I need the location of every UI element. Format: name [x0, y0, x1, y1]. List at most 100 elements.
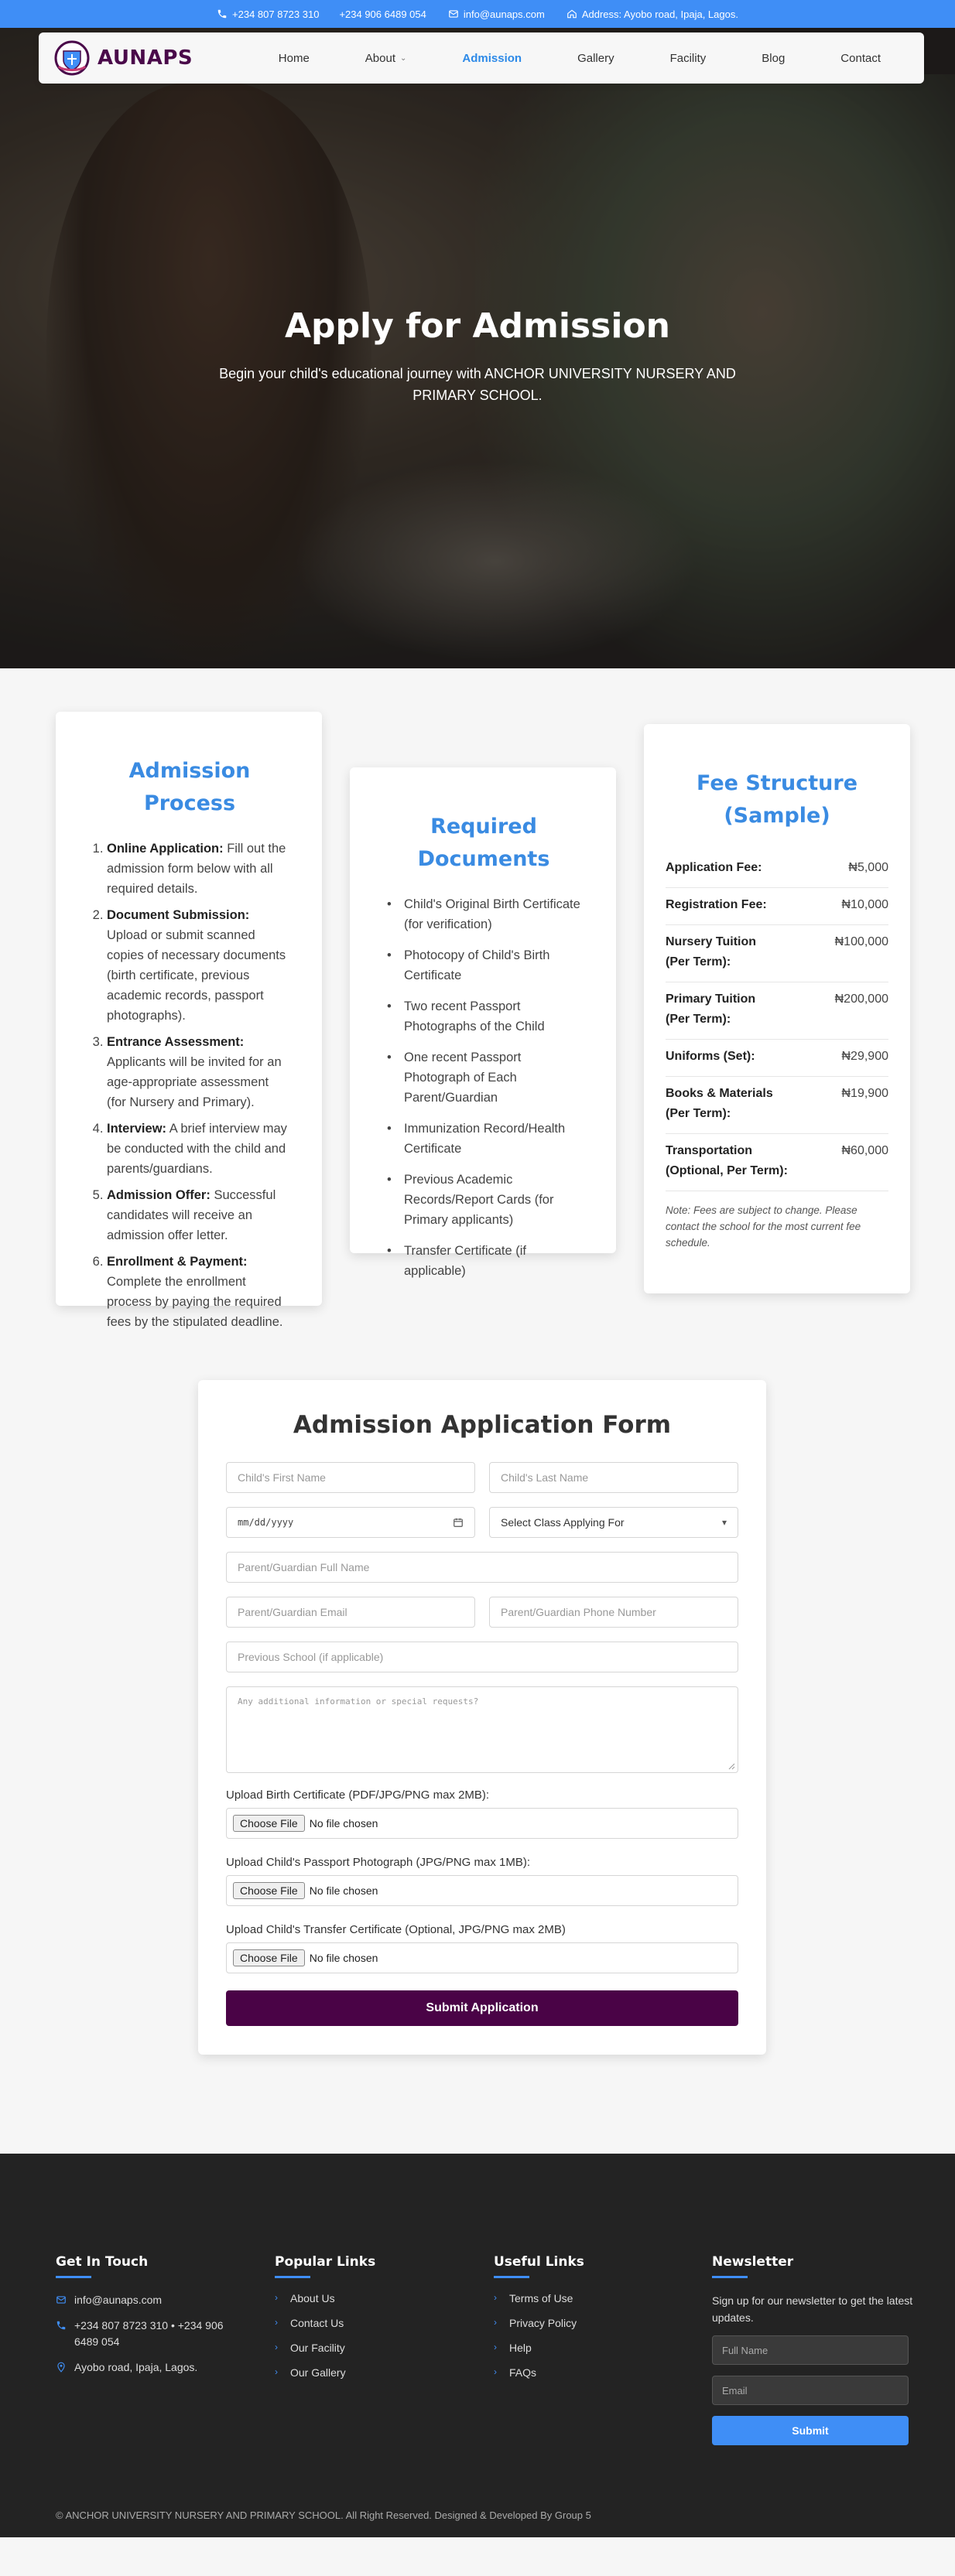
nav-contact[interactable]: Contact: [813, 52, 909, 65]
documents-list: Child's Original Birth Certificate (for …: [382, 894, 585, 1281]
topbar-phone[interactable]: +234 807 8723 310: [232, 9, 319, 20]
topbar-phones: +234 807 8723 310 +234 906 6489 054: [217, 9, 426, 20]
no-file-text: No file chosen: [309, 1884, 378, 1897]
upload-transfer-certificate: Choose File No file chosen: [226, 1942, 738, 1973]
footer-email-item[interactable]: info@aunaps.com: [56, 2292, 257, 2308]
newsletter-email-input[interactable]: Email: [712, 2376, 909, 2405]
newsletter-name-input[interactable]: Full Name: [712, 2335, 909, 2365]
date-of-birth-input[interactable]: mm/dd/yyyy: [226, 1507, 475, 1538]
document-item: Previous Academic Records/Report Cards (…: [387, 1170, 585, 1230]
class-select-value: Select Class Applying For: [501, 1516, 625, 1529]
footer-link-terms[interactable]: › Terms of Use: [494, 2292, 695, 2304]
choose-file-button[interactable]: Choose File: [233, 1882, 305, 1899]
guardian-email-input[interactable]: Parent/Guardian Email: [226, 1597, 475, 1628]
footer-link-privacy[interactable]: › Privacy Policy: [494, 2317, 695, 2329]
footer-phones[interactable]: +234 807 8723 310 • +234 906 6489 054: [74, 2318, 237, 2350]
chevron-right-icon: ›: [494, 2366, 497, 2377]
chevron-right-icon: ›: [494, 2292, 497, 2303]
footer-link-help[interactable]: › Help: [494, 2342, 695, 2354]
choose-file-button[interactable]: Choose File: [233, 1815, 305, 1832]
hero-title: Apply for Admission: [284, 306, 670, 346]
school-crest-icon: [54, 40, 90, 76]
process-step: Document Submission: Upload or submit sc…: [107, 905, 291, 1026]
nav-about[interactable]: About ⌄: [337, 52, 435, 65]
footer-link-faqs[interactable]: › FAQs: [494, 2366, 695, 2379]
fees-title: Fee Structure (Sample): [696, 771, 858, 828]
fee-structure-card: Fee Structure (Sample) Application Fee: ₦…: [644, 724, 910, 1293]
documents-title: Required Documents: [417, 815, 550, 871]
fee-row: Uniforms (Set): ₦29,900: [666, 1040, 888, 1077]
topbar-phone-2[interactable]: +234 906 6489 054: [339, 9, 426, 20]
footer-link-about[interactable]: › About Us: [275, 2292, 476, 2304]
newsletter-submit-button[interactable]: Submit: [712, 2416, 909, 2445]
process-step: Interview: A brief interview may be cond…: [107, 1119, 291, 1179]
topbar-address: Address: Ayobo road, Ipaja, Lagos.: [581, 8, 738, 20]
process-step: Enrollment & Payment: Complete the enrol…: [107, 1252, 291, 1332]
application-form: Admission Application Form Child's First…: [198, 1380, 766, 2055]
document-item: Transfer Certificate (if applicable): [387, 1241, 585, 1281]
location-icon: [57, 2362, 65, 2373]
chevron-right-icon: ›: [275, 2342, 278, 2352]
newsletter-text: Sign up for our newsletter to get the la…: [712, 2294, 913, 2324]
nav-admission[interactable]: Admission: [434, 52, 549, 65]
footer-email[interactable]: info@aunaps.com: [74, 2292, 162, 2308]
nav-about-label: About: [365, 51, 395, 65]
choose-file-button[interactable]: Choose File: [233, 1949, 305, 1966]
chevron-right-icon: ›: [494, 2317, 497, 2328]
nav-home[interactable]: Home: [251, 52, 337, 65]
document-item: Two recent Passport Photographs of the C…: [387, 996, 585, 1037]
previous-school-input[interactable]: Previous School (if applicable): [226, 1642, 738, 1672]
guardian-name-input[interactable]: Parent/Guardian Full Name: [226, 1552, 738, 1583]
copyright-text: © ANCHOR UNIVERSITY NURSERY AND PRIMARY …: [56, 2509, 591, 2521]
document-item: One recent Passport Photograph of Each P…: [387, 1047, 585, 1108]
fee-row: Registration Fee: ₦10,000: [666, 888, 888, 925]
chevron-right-icon: ›: [275, 2317, 278, 2328]
footer-touch-title: Get In Touch: [56, 2254, 149, 2270]
topbar-email-item[interactable]: info@aunaps.com: [448, 9, 545, 20]
brand-name: AUNAPS: [98, 46, 193, 70]
site-header: AUNAPS Home About ⌄ Admission Gallery Fac…: [39, 32, 924, 84]
application-form-section: Admission Application Form Child's First…: [0, 1380, 955, 2154]
brand-logo[interactable]: AUNAPS: [54, 40, 193, 76]
footer-link-contact[interactable]: › Contact Us: [275, 2317, 476, 2329]
child-first-name-input[interactable]: Child's First Name: [226, 1462, 475, 1493]
footer-newsletter: Newsletter Sign up for our newsletter to…: [712, 2254, 921, 2445]
footer-useful-links: Useful Links › Terms of Use › Privacy Poli…: [494, 2254, 695, 2391]
class-select[interactable]: Select Class Applying For ▾: [489, 1507, 738, 1538]
fees-note: Note: Fees are subject to change. Please…: [666, 1204, 861, 1249]
hero-content: Apply for Admission Begin your child's e…: [0, 306, 955, 406]
child-last-name-input[interactable]: Child's Last Name: [489, 1462, 738, 1493]
hero-subtitle: Begin your child's educational journey w…: [219, 366, 736, 403]
mail-icon: [56, 2296, 66, 2304]
fee-row: Transportation (Optional, Per Term): ₦60,…: [666, 1134, 888, 1191]
process-title: Admission Process: [128, 759, 251, 815]
fee-row: Nursery Tuition (Per Term): ₦100,000: [666, 925, 888, 982]
resize-handle-icon[interactable]: [727, 1762, 735, 1770]
fee-row: Primary Tuition (Per Term): ₦200,000: [666, 982, 888, 1040]
guardian-phone-input[interactable]: Parent/Guardian Phone Number: [489, 1597, 738, 1628]
additional-info-textarea[interactable]: Any additional information or special re…: [226, 1686, 738, 1773]
footer-phone-item[interactable]: +234 807 8723 310 • +234 906 6489 054: [56, 2318, 257, 2350]
phone-icon: [56, 2321, 66, 2330]
nav-facility[interactable]: Facility: [642, 52, 734, 65]
nav-gallery[interactable]: Gallery: [549, 52, 642, 65]
footer-newsletter-title: Newsletter: [712, 2254, 794, 2270]
hero-banner: Apply for Admission Begin your child's e…: [0, 28, 955, 668]
document-item: Immunization Record/Health Certificate: [387, 1119, 585, 1159]
nav-blog[interactable]: Blog: [734, 52, 813, 65]
required-documents-card: Required Documents Child's Original Birt…: [350, 767, 616, 1278]
footer-link-gallery[interactable]: › Our Gallery: [275, 2366, 476, 2379]
footer-link-facility[interactable]: › Our Facility: [275, 2342, 476, 2354]
upload-birth-certificate: Choose File No file chosen: [226, 1808, 738, 1839]
no-file-text: No file chosen: [309, 1952, 378, 1964]
phone-icon: [217, 9, 227, 19]
top-contact-bar: +234 807 8723 310 +234 906 6489 054 info…: [0, 0, 955, 28]
calendar-icon[interactable]: [453, 1517, 464, 1528]
submit-application-button[interactable]: Submit Application: [226, 1990, 738, 2026]
document-item: Photocopy of Child's Birth Certificate: [387, 945, 585, 986]
topbar-email[interactable]: info@aunaps.com: [464, 9, 545, 20]
footer-popular-links: Popular Links › About Us › Contact Us › Our…: [275, 2254, 476, 2391]
admission-process-card: Admission Process Online Application: Fi…: [56, 712, 322, 1329]
process-step: Online Application: Fill out the admissi…: [107, 839, 291, 899]
chevron-right-icon: ›: [275, 2366, 278, 2377]
